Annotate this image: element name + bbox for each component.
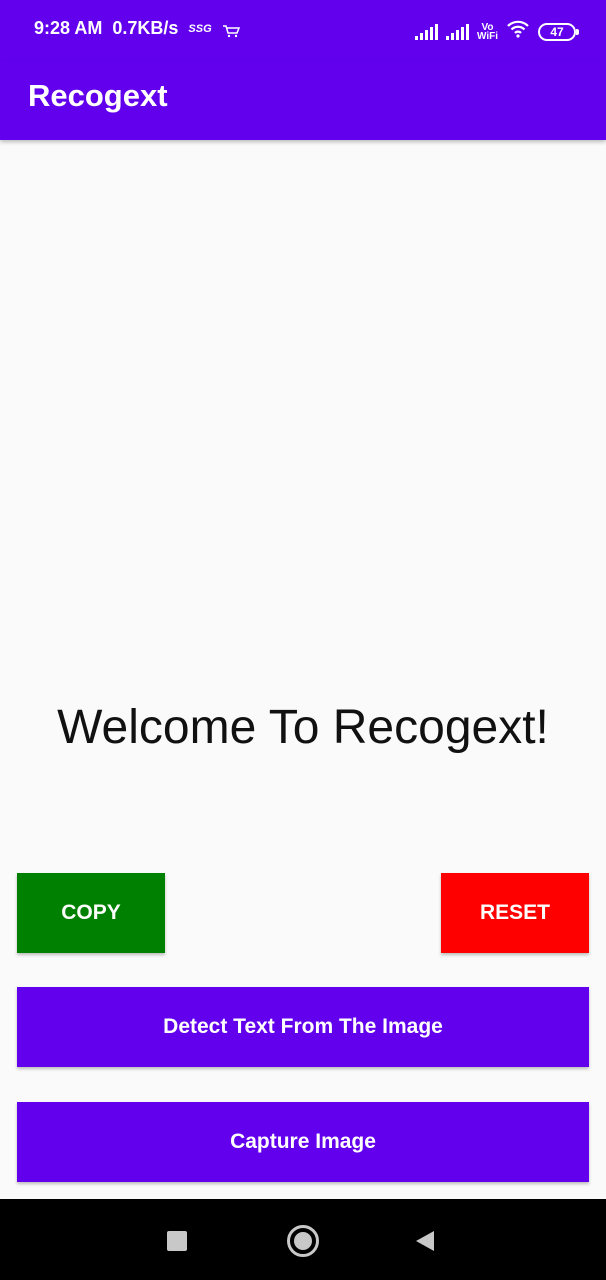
app-title: Recogext [28,78,168,113]
navigation-bar [0,1199,606,1280]
back-icon[interactable] [416,1231,434,1251]
reset-button[interactable]: RESET [441,873,589,953]
signal-icon [414,23,438,40]
home-icon[interactable] [287,1225,319,1257]
battery-icon: 47 [538,22,579,41]
recents-icon[interactable] [167,1231,187,1251]
status-bar: 9:28 AM 0.7KB/s SSG Vo WiFi 47 [0,0,606,60]
app-bar: Recogext [0,60,606,140]
wifi-label: WiFi [476,30,498,42]
carrier-badge: SSG [188,22,212,35]
status-right: Vo WiFi 47 [414,20,579,43]
capture-image-button[interactable]: Capture Image [17,1102,589,1182]
detect-text-button[interactable]: Detect Text From The Image [17,987,589,1067]
status-time: 9:28 AM [34,18,103,38]
network-speed: 0.7KB/s [112,18,179,38]
amazon-cart-icon [222,22,240,37]
signal-icon [445,23,469,40]
wifi-icon [506,20,530,43]
vowifi-icon: Vo WiFi [476,22,498,42]
welcome-text: Welcome To Recogext! [57,701,549,754]
status-left: 9:28 AM 0.7KB/s SSG [34,18,240,39]
battery-level: 47 [550,24,564,39]
copy-button[interactable]: COPY [17,873,165,953]
